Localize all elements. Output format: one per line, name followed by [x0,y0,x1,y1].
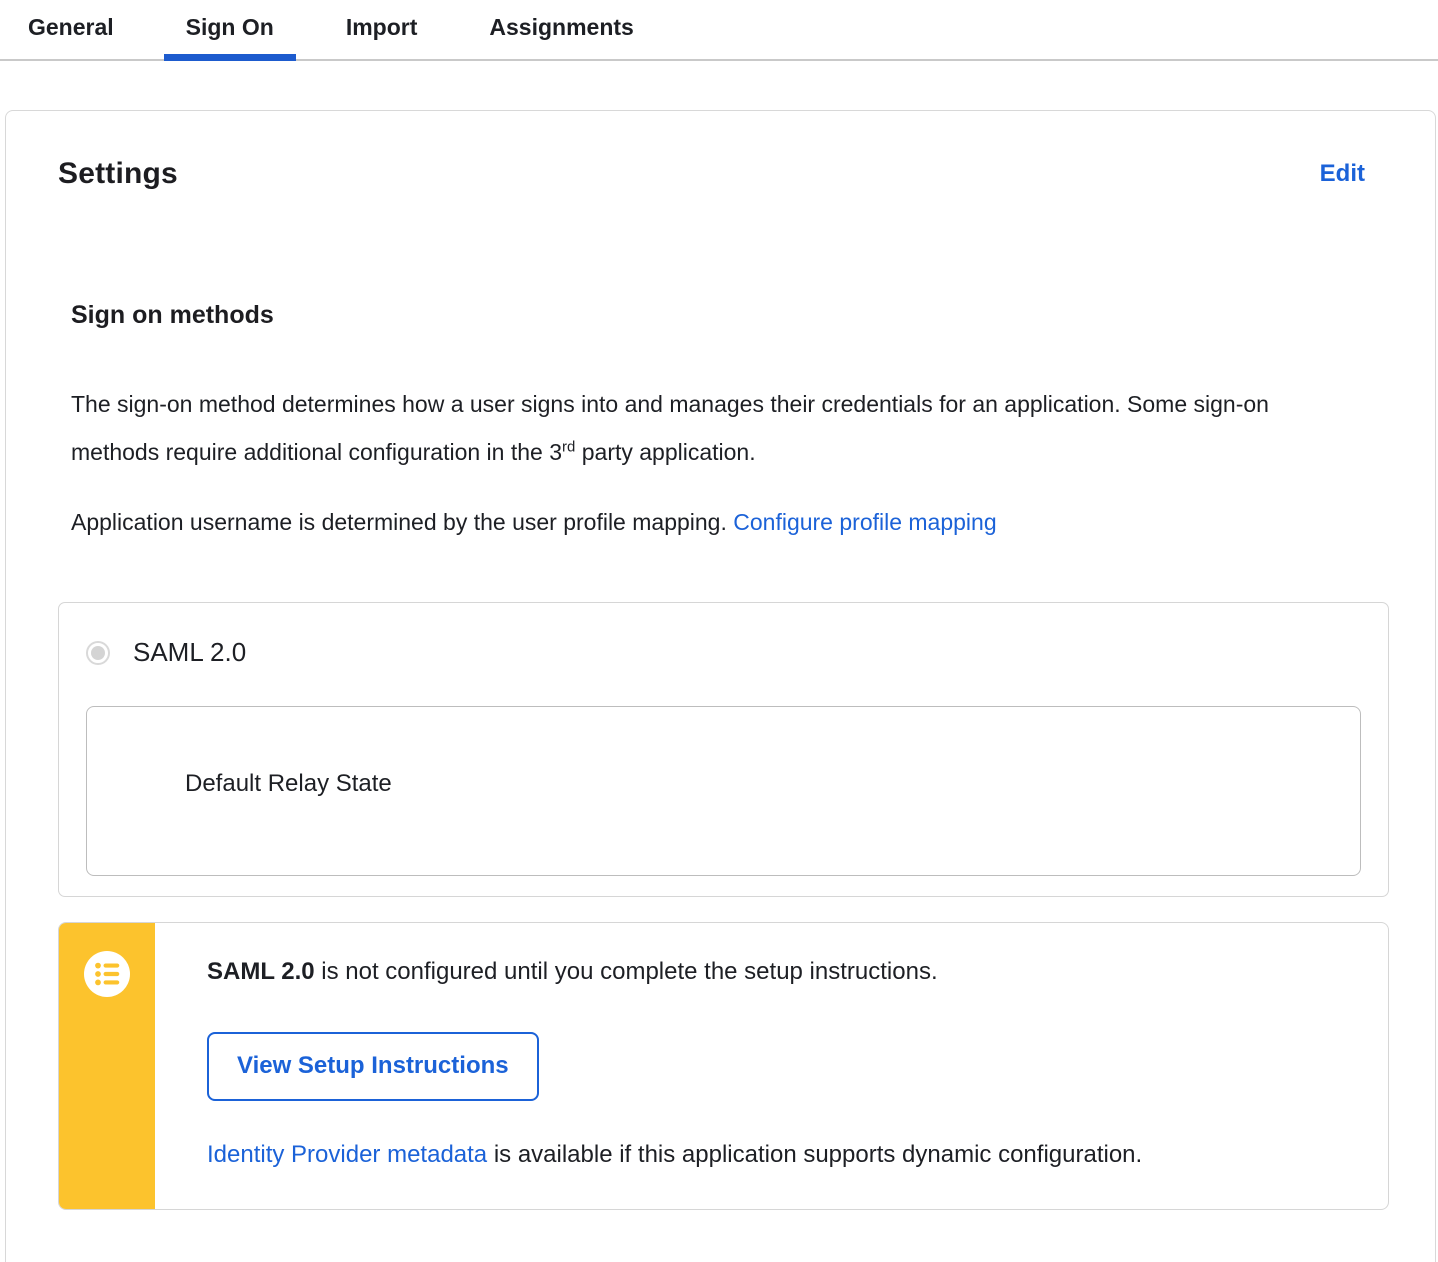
saml-radio-button[interactable] [86,640,110,665]
saml-setup-callout: SAML 2.0 is not configured until you com… [58,922,1389,1210]
username-mapping-text: Application username is determined by th… [71,509,734,535]
settings-card-header: Settings Edit [58,157,1389,191]
saml-radio-row: SAML 2.0 [86,637,1361,668]
tab-general[interactable]: General [6,8,136,59]
tab-import[interactable]: Import [324,8,440,59]
sign-on-methods-heading: Sign on methods [71,301,274,329]
configure-profile-mapping-link[interactable]: Configure profile mapping [733,509,996,535]
callout-message: SAML 2.0 is not configured until you com… [207,958,1348,986]
saml-method-box: SAML 2.0 Default Relay State [58,602,1389,897]
callout-strong-text: SAML 2.0 [207,958,315,985]
saml-radio-label: SAML 2.0 [133,637,247,667]
tab-sign-on[interactable]: Sign On [163,8,297,61]
app-tab-bar: General Sign On Import Assignments [0,0,1438,61]
page-title: Settings [58,157,178,190]
settings-card: Settings Edit Sign on methods The sign-o… [5,110,1436,1262]
description-text-part2: party application. [575,439,756,465]
metadata-text: is available if this application support… [487,1140,1143,1168]
callout-stripe [59,923,155,1209]
default-relay-state-box: Default Relay State [86,706,1361,876]
description-superscript: rd [562,438,576,456]
edit-link[interactable]: Edit [1320,160,1365,188]
list-icon [84,951,130,997]
sign-on-methods-description: The sign-on method determines how a user… [58,380,1301,476]
username-mapping-line: Application username is determined by th… [58,498,1301,546]
tab-assignments[interactable]: Assignments [467,8,655,59]
default-relay-state-label: Default Relay State [185,770,392,797]
metadata-line: Identity Provider metadata is available … [207,1141,1348,1169]
callout-body: SAML 2.0 is not configured until you com… [155,923,1388,1209]
callout-message-text: is not configured until you complete the… [314,958,938,985]
identity-provider-metadata-link[interactable]: Identity Provider metadata [207,1141,487,1168]
view-setup-instructions-button[interactable]: View Setup Instructions [207,1032,539,1101]
